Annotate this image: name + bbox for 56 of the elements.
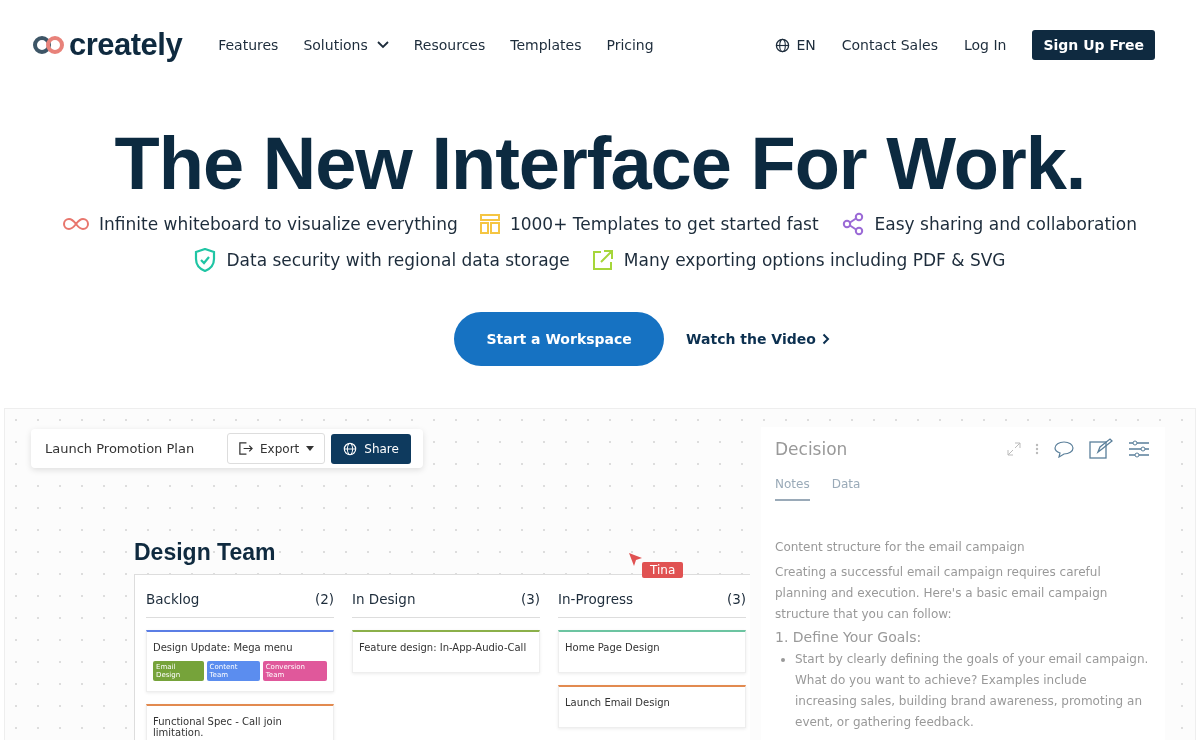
task-card[interactable]: Launch Email Design [558, 685, 746, 728]
column-count: (3) [520, 591, 540, 607]
nav-link[interactable]: Templates [510, 37, 582, 53]
cursor-label: Tina [642, 562, 684, 578]
contact-sales-link[interactable]: Contact Sales [841, 37, 938, 53]
logo-wordmark[interactable]: creately [69, 27, 183, 63]
note-paragraph: Content structure for the email campaign [775, 539, 1026, 556]
globe-icon [343, 441, 358, 456]
nav-link[interactable]: Resources [413, 37, 486, 53]
card-title: Design Update: Mega menu [153, 642, 294, 653]
feature-text: Data security with regional data storage [226, 250, 570, 270]
board-title: Design Team [134, 539, 276, 566]
card-title: Launch Email Design [565, 697, 671, 708]
nav-link[interactable]: Pricing [606, 37, 654, 53]
language-selector[interactable]: EN [775, 37, 816, 53]
login-link[interactable]: Log In [963, 37, 1007, 53]
note-heading: 1. Define Your Goals: [775, 629, 923, 645]
share-button[interactable]: Share [331, 433, 411, 464]
column-count: (2) [314, 591, 334, 607]
note-paragraph: Creating a successful email campaign requires careful planning and execution. Here's a basic email campaign structure that you can follow: [775, 564, 1109, 623]
card-title: Functional Spec - Call join limitation. [153, 716, 283, 738]
column-count: (3) [726, 591, 746, 607]
logo-icon [32, 35, 66, 55]
hero-title: The New Interface For Work. [113, 122, 1087, 206]
card-title: Home Page Design [565, 642, 661, 653]
globe-icon [775, 37, 791, 53]
note-bullet-text: Start by clearly defining the goals of your email campaign. What do you want to achieve? Examples include increasing sales, building brand awareness, promoting an event, or gathering feedback. [795, 651, 1150, 731]
feature-text: Many exporting options including PDF & SVG [623, 250, 1006, 270]
feature-text: 1000+ Templates to get started fast [509, 214, 819, 234]
column-title: In-Progress [558, 591, 634, 607]
panel-title: Decision [775, 439, 848, 459]
settings-icon[interactable] [1127, 437, 1151, 461]
bullet-icon [781, 658, 785, 662]
column-title: In Design [352, 591, 416, 607]
task-card[interactable]: Home Page Design [558, 630, 746, 673]
task-card[interactable]: Functional Spec - Call join limitation. [146, 704, 334, 740]
signup-button[interactable]: Sign Up Free [1032, 30, 1155, 60]
document-title: Launch Promotion Plan [45, 441, 196, 456]
chevron-right-icon [821, 333, 830, 345]
more-icon[interactable] [1035, 443, 1039, 455]
column-title: Backlog [146, 591, 200, 607]
caret-icon [306, 446, 315, 451]
card-title: Feature design: In-App-Audio-Call [359, 642, 528, 653]
watch-video-link[interactable]: Watch the Video [686, 331, 830, 347]
cursor-icon [629, 553, 642, 566]
export-button[interactable]: Export [227, 433, 326, 464]
nav-link[interactable]: Solutions [303, 37, 389, 53]
feature-text: Infinite whiteboard to visualize everything [99, 214, 458, 234]
export-icon [238, 441, 253, 456]
comment-icon[interactable] [1053, 440, 1075, 458]
expand-icon[interactable] [1007, 442, 1021, 456]
feature-text: Easy sharing and collaboration [874, 214, 1137, 234]
start-workspace-button[interactable]: Start a Workspace [454, 312, 665, 366]
edit-icon[interactable] [1089, 438, 1113, 460]
task-card[interactable]: Feature design: In-App-Audio-Call [352, 630, 540, 673]
nav-link[interactable]: Features [218, 37, 279, 53]
